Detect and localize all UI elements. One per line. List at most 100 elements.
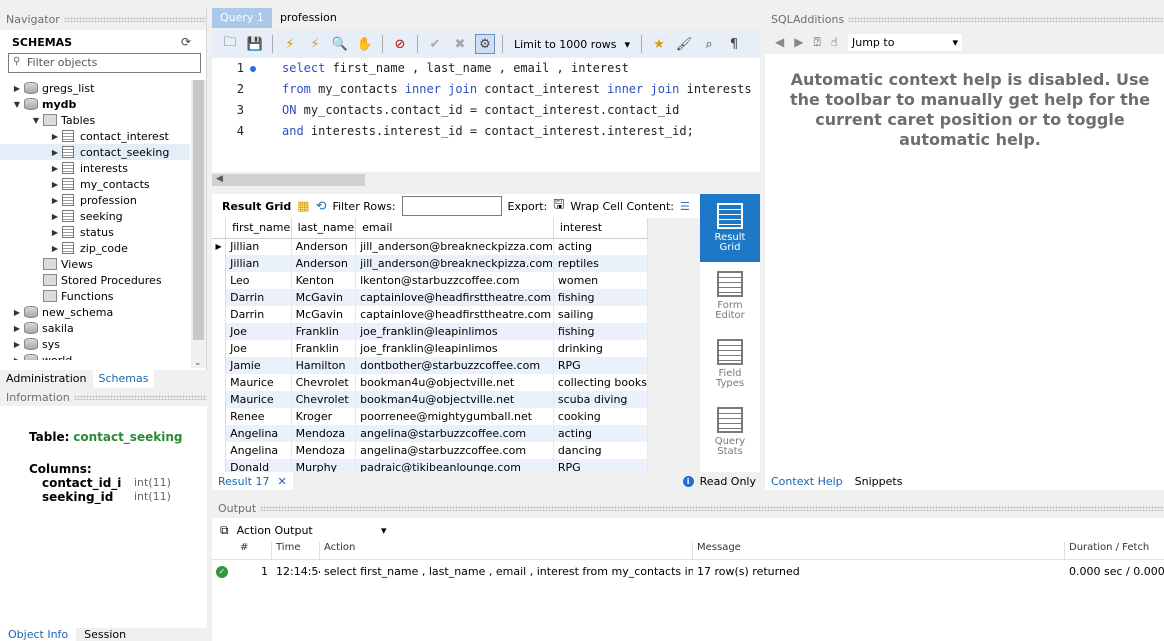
query-stats-button[interactable]: Query Stats (700, 398, 760, 466)
chevron-right-icon[interactable]: ▶ (50, 244, 60, 253)
table-cell[interactable]: Mendoza (291, 442, 357, 459)
row-gutter[interactable] (212, 374, 227, 391)
table-cell[interactable]: dancing (553, 442, 648, 459)
table-cell[interactable]: drinking (553, 340, 648, 357)
table-cell[interactable]: bookman4u@objectville.net (355, 391, 554, 408)
stop-icon[interactable]: ✋ (355, 34, 375, 54)
open-file-icon[interactable]: 🗀 (220, 34, 240, 54)
result-grid-label[interactable]: Result Grid (222, 200, 291, 213)
row-gutter[interactable] (212, 459, 227, 472)
table-cell[interactable]: padraic@tikibeanlounge.com (355, 459, 554, 472)
close-icon[interactable]: ✕ (277, 475, 286, 488)
find-icon[interactable]: ⌕ (699, 34, 719, 54)
scroll-left-icon[interactable]: ◀ (216, 174, 223, 184)
toggle-help-icon[interactable]: ⍰ (813, 35, 820, 50)
tab-query-1[interactable]: Query 1 (212, 8, 272, 28)
row-gutter[interactable] (212, 357, 227, 374)
tree-item[interactable]: ▼ Tables (0, 112, 190, 128)
table-cell[interactable]: joe_franklin@leapinlimos (355, 323, 554, 340)
table-cell[interactable]: Darrin (225, 289, 292, 306)
tree-item[interactable]: ▶ contact_seeking (0, 144, 190, 160)
current-row-icon[interactable]: ▶ (212, 238, 227, 255)
tree-item[interactable]: ▶ interests (0, 160, 190, 176)
column-header[interactable]: first_name (225, 218, 292, 239)
tree-item[interactable]: ▶ seeking (0, 208, 190, 224)
editor-scrollbar[interactable]: ◀ (212, 172, 760, 188)
table-cell[interactable]: women (553, 272, 648, 289)
table-cell[interactable]: Jillian (225, 238, 292, 255)
table-cell[interactable]: angelina@starbuzzcoffee.com (355, 442, 554, 459)
row-gutter[interactable] (212, 323, 227, 340)
explain-icon[interactable]: 🔍 (330, 34, 350, 54)
table-row[interactable]: Angelina Mendoza angelina@starbuzzcoffee.c… (212, 442, 648, 459)
table-row[interactable]: Darrin McGavin captainlove@headfirsttheatr… (212, 289, 648, 306)
row-gutter[interactable] (212, 408, 227, 425)
add-snippet-icon[interactable]: ★ (649, 34, 669, 54)
table-cell[interactable]: Maurice (225, 374, 292, 391)
rollback-icon[interactable]: ✖ (450, 34, 470, 54)
table-cell[interactable]: captainlove@headfirsttheatre.com (355, 289, 554, 306)
table-cell[interactable]: poorrenee@mightygumball.net (355, 408, 554, 425)
table-cell[interactable]: Anderson (291, 238, 357, 255)
autocommit-icon[interactable]: ⚙ (475, 34, 495, 54)
forward-icon[interactable]: ▶ (794, 35, 803, 49)
chevron-right-icon[interactable]: ▶ (12, 308, 22, 317)
column-header[interactable]: email (355, 218, 554, 239)
chevron-right-icon[interactable]: ▶ (50, 148, 60, 157)
tree-item[interactable]: ▼ mydb (0, 96, 190, 112)
grid-view-icon[interactable]: ▦ (297, 199, 309, 214)
chevron-down-icon[interactable]: ▼ (12, 100, 22, 109)
chevron-right-icon[interactable]: ▶ (12, 324, 22, 333)
table-row[interactable]: Jillian Anderson jill_anderson@breakneckpi… (212, 255, 648, 272)
table-cell[interactable]: Darrin (225, 306, 292, 323)
chevron-right-icon[interactable]: ▶ (50, 228, 60, 237)
table-cell[interactable]: Kenton (291, 272, 357, 289)
tab-snippets[interactable]: Snippets (849, 474, 909, 489)
result-grid-button[interactable]: Result Grid (700, 194, 760, 262)
table-cell[interactable]: dontbother@starbuzzcoffee.com (355, 357, 554, 374)
tree-item[interactable]: Views (0, 256, 190, 272)
tab-object-info[interactable]: Object Info (0, 628, 77, 641)
table-cell[interactable]: Jillian (225, 255, 292, 272)
copy-icon[interactable]: ⧉ (220, 523, 229, 538)
table-cell[interactable]: Franklin (291, 323, 357, 340)
refresh-icon[interactable]: ⟲ (316, 199, 327, 214)
table-cell[interactable]: Chevrolet (291, 374, 357, 391)
tree-item[interactable]: ▶ contact_interest (0, 128, 190, 144)
table-row[interactable]: Renee Kroger poorrenee@mightygumball.net co… (212, 408, 648, 425)
code-line[interactable]: ON my_contacts.contact_id = contact_inte… (282, 103, 679, 117)
column-header[interactable]: last_name (291, 218, 357, 239)
refresh-icon[interactable]: ⟳ (181, 35, 191, 49)
output-type-select[interactable]: Action Output ▾ (237, 524, 387, 537)
tree-item[interactable]: ▶ zip_code (0, 240, 190, 256)
row-gutter[interactable] (212, 306, 227, 323)
invisible-chars-icon[interactable]: ¶ (724, 34, 744, 54)
table-cell[interactable]: Joe (225, 323, 292, 340)
row-gutter[interactable] (212, 425, 227, 442)
tree-item[interactable]: ▶ my_contacts (0, 176, 190, 192)
table-cell[interactable]: collecting books (553, 374, 648, 391)
table-cell[interactable]: jill_anderson@breakneckpizza.com (355, 238, 554, 255)
table-cell[interactable]: Donald (225, 459, 292, 472)
table-cell[interactable]: Jamie (225, 357, 292, 374)
chevron-right-icon[interactable]: ▶ (50, 132, 60, 141)
table-cell[interactable]: fishing (553, 323, 648, 340)
tab-session[interactable]: Session (76, 628, 134, 641)
jump-to-select[interactable]: Jump to ▾ (847, 33, 962, 51)
tree-item[interactable]: ▶ sakila (0, 320, 190, 336)
form-editor-button[interactable]: Form Editor (700, 262, 760, 330)
table-row[interactable]: Maurice Chevrolet bookman4u@objectville.ne… (212, 391, 648, 408)
table-cell[interactable]: Leo (225, 272, 292, 289)
row-gutter[interactable] (212, 442, 227, 459)
execute-icon[interactable]: ⚡ (280, 34, 300, 54)
table-cell[interactable]: joe_franklin@leapinlimos (355, 340, 554, 357)
output-row[interactable]: ✓ 1 12:14:54 select first_name , last_na… (212, 560, 1164, 582)
table-cell[interactable]: cooking (553, 408, 648, 425)
column-header[interactable]: interest (553, 218, 648, 239)
table-cell[interactable]: Angelina (225, 442, 292, 459)
beautify-icon[interactable]: 🖌 (674, 34, 694, 54)
table-cell[interactable]: Renee (225, 408, 292, 425)
tree-item[interactable]: Functions (0, 288, 190, 304)
export-icon[interactable]: 🖫 (553, 195, 564, 217)
table-cell[interactable]: captainlove@headfirsttheatre.com (355, 306, 554, 323)
